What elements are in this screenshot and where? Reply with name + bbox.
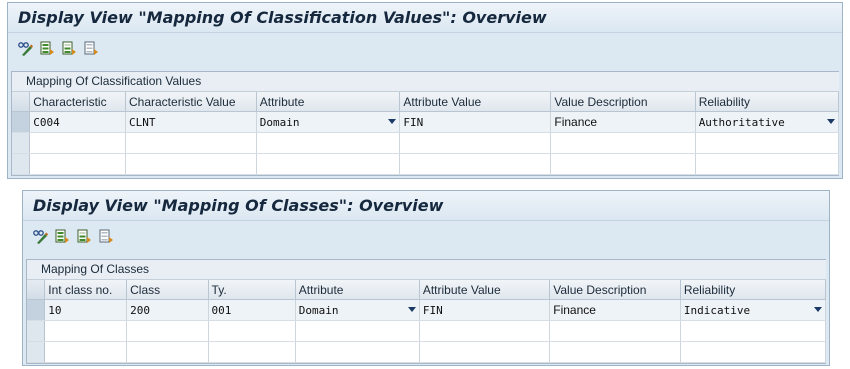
cell-value-description: Finance [549, 299, 681, 321]
reliability-value-text: Authoritative [698, 115, 785, 129]
select-block-icon [62, 41, 76, 55]
attribute-value-text: Domain [259, 115, 300, 129]
deselect-all-icon [99, 229, 113, 243]
select-block-icon [77, 229, 91, 243]
table-row-empty [27, 320, 827, 342]
dropdown-arrow-icon[interactable] [407, 307, 416, 312]
deselect-all-button[interactable] [97, 227, 116, 245]
reliability-value-text: Indicative [683, 303, 751, 317]
table-header-row: Characteristic Characteristic Value Attr… [12, 92, 840, 112]
select-all-icon [55, 229, 69, 243]
page-title: Display View "Mapping Of Classes": Overv… [33, 196, 444, 215]
cell-characteristic: C004 [29, 111, 126, 133]
select-block-button[interactable] [75, 227, 94, 245]
page-title: Display View "Mapping Of Classification … [18, 8, 547, 27]
attribute-dropdown[interactable]: Domain [295, 299, 420, 321]
cell-type: 001 [208, 299, 296, 321]
col-header-type[interactable]: Ty. [208, 280, 296, 300]
dropdown-arrow-icon[interactable] [388, 119, 397, 124]
cell-int-class-no: 10 [44, 299, 128, 321]
display-change-button[interactable] [16, 39, 35, 57]
deselect-all-icon [84, 41, 98, 55]
mapping-table: Int class no. Class Ty. Attribute Attrib… [27, 280, 827, 363]
deselect-all-button[interactable] [82, 39, 101, 57]
select-all-icon [40, 41, 54, 55]
select-block-button[interactable] [60, 39, 79, 57]
table-row-empty [27, 341, 827, 363]
table-row-empty [12, 132, 840, 154]
select-all-button[interactable] [38, 39, 57, 57]
row-selector[interactable] [27, 320, 46, 342]
display-change-icon [18, 41, 33, 56]
col-header-attribute-value[interactable]: Attribute Value [399, 92, 552, 112]
display-change-icon [33, 229, 48, 244]
row-selector[interactable] [12, 153, 31, 175]
table-title: Mapping Of Classification Values [12, 72, 839, 92]
col-header-reliability[interactable]: Reliability [680, 280, 827, 300]
cell-class: 200 [126, 299, 209, 321]
application-toolbar [23, 221, 829, 251]
reliability-dropdown[interactable]: Authoritative [695, 111, 840, 133]
col-header-characteristic-value[interactable]: Characteristic Value [125, 92, 257, 112]
col-header-value-description[interactable]: Value Description [549, 280, 681, 300]
application-toolbar [8, 33, 842, 63]
row-selector[interactable] [12, 111, 31, 133]
title-bar: Display View "Mapping Of Classes": Overv… [23, 191, 829, 221]
cell-value-description: Finance [550, 111, 696, 133]
select-all-rows-cell[interactable] [27, 280, 46, 300]
display-change-button[interactable] [31, 227, 50, 245]
table-header-row: Int class no. Class Ty. Attribute Attrib… [27, 280, 827, 300]
table-title: Mapping Of Classes [27, 260, 826, 280]
select-all-rows-cell[interactable] [12, 92, 31, 112]
classes-window: Display View "Mapping Of Classes": Overv… [22, 190, 830, 366]
col-header-characteristic[interactable]: Characteristic [29, 92, 126, 112]
table-row-empty [12, 153, 840, 175]
table-row: C004 CLNT Domain FIN Finance Authoritati… [12, 111, 840, 133]
row-selector[interactable] [27, 299, 46, 321]
col-header-class[interactable]: Class [126, 280, 209, 300]
attribute-dropdown[interactable]: Domain [256, 111, 401, 133]
col-header-reliability[interactable]: Reliability [695, 92, 840, 112]
dropdown-arrow-icon[interactable] [814, 307, 822, 312]
table-control: Mapping Of Classification Values Charact… [11, 71, 840, 176]
col-header-attribute[interactable]: Attribute [256, 92, 401, 112]
classification-values-window: Display View "Mapping Of Classification … [7, 2, 843, 179]
cell-characteristic-value: CLNT [125, 111, 257, 133]
row-selector[interactable] [27, 341, 46, 363]
row-selector[interactable] [12, 132, 31, 154]
col-header-attribute-value[interactable]: Attribute Value [419, 280, 551, 300]
dropdown-arrow-icon[interactable] [827, 119, 835, 124]
table-row: 10 200 001 Domain FIN Finance Indicative [27, 299, 827, 321]
col-header-int-class-no[interactable]: Int class no. [44, 280, 128, 300]
col-header-value-description[interactable]: Value Description [550, 92, 696, 112]
mapping-table: Characteristic Characteristic Value Attr… [12, 92, 840, 175]
title-bar: Display View "Mapping Of Classification … [8, 3, 842, 33]
col-header-attribute[interactable]: Attribute [295, 280, 420, 300]
select-all-button[interactable] [53, 227, 72, 245]
reliability-dropdown[interactable]: Indicative [680, 299, 827, 321]
cell-attribute-value: FIN [419, 299, 551, 321]
table-control: Mapping Of Classes Int class no. Class T… [26, 259, 827, 364]
attribute-value-text: Domain [298, 303, 339, 317]
cell-attribute-value: FIN [399, 111, 552, 133]
